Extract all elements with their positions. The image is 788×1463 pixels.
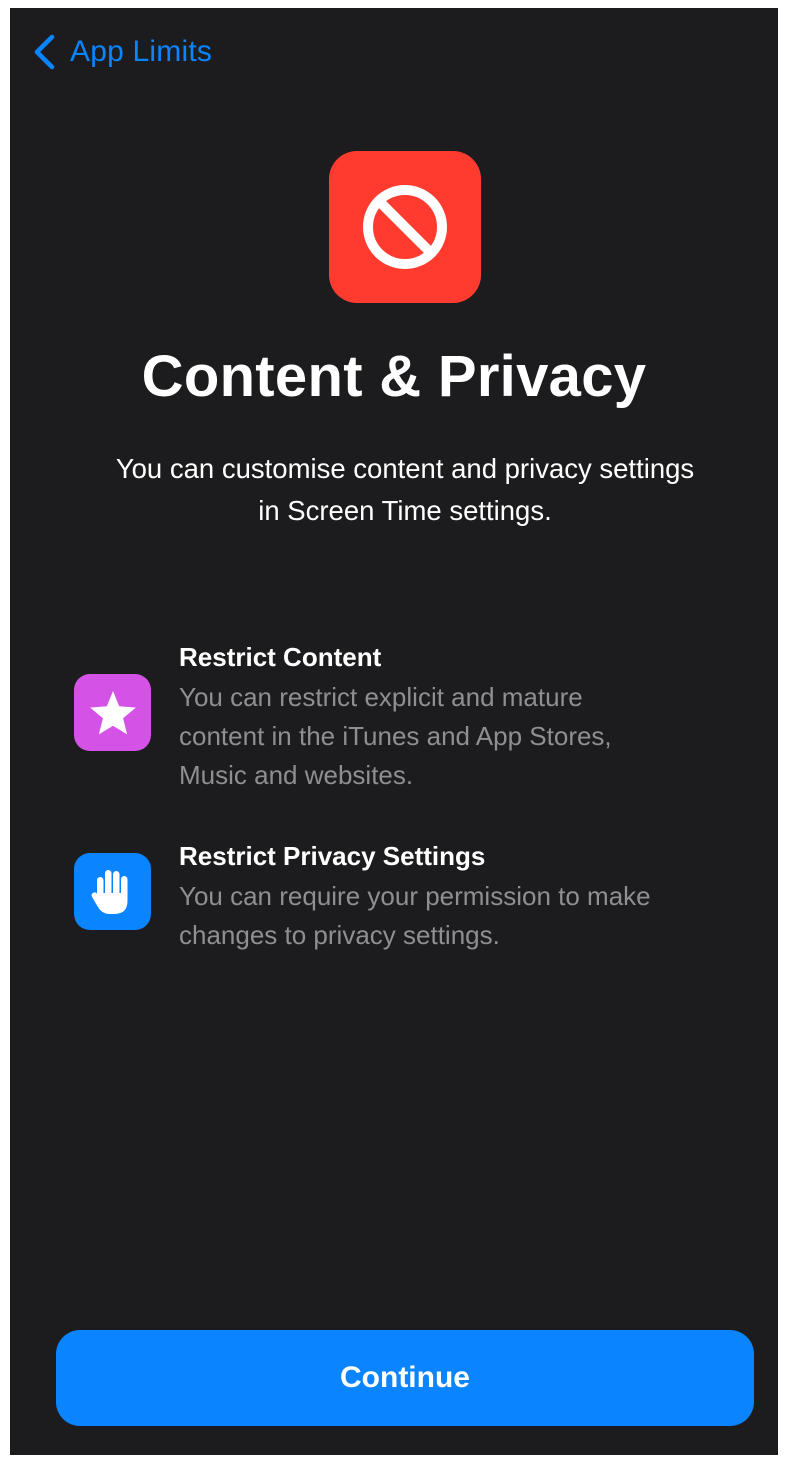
subtitle-line: in Screen Time settings.: [258, 495, 552, 526]
feature-description-line: Music and websites.: [179, 760, 414, 790]
feature-description-line: You can restrict explicit and mature: [179, 682, 583, 712]
star-icon: [74, 674, 151, 751]
chevron-left-icon: [34, 34, 55, 70]
back-button-label: App Limits: [70, 35, 213, 68]
feature-description-line: content in the iTunes and App Stores,: [179, 721, 612, 751]
feature-description: You can require your permission to make …: [179, 877, 739, 955]
feature-description: You can restrict explicit and mature con…: [179, 678, 739, 795]
back-button[interactable]: App Limits: [32, 30, 212, 74]
continue-button[interactable]: Continue: [56, 1330, 754, 1426]
no-entry-icon: [329, 151, 481, 303]
hand-icon: [74, 853, 151, 930]
page-subtitle: You can customise content and privacy se…: [50, 448, 760, 532]
page-title: Content & Privacy: [141, 344, 647, 409]
subtitle-line: You can customise content and privacy se…: [115, 453, 695, 484]
screen: App Limits Content & Privacy You can cus…: [10, 8, 778, 1455]
feature-title: Restrict Privacy Settings: [179, 841, 486, 871]
feature-description-line: changes to privacy settings.: [179, 920, 500, 950]
feature-title: Restrict Content: [179, 642, 382, 672]
feature-description-line: You can require your permission to make: [179, 881, 651, 911]
